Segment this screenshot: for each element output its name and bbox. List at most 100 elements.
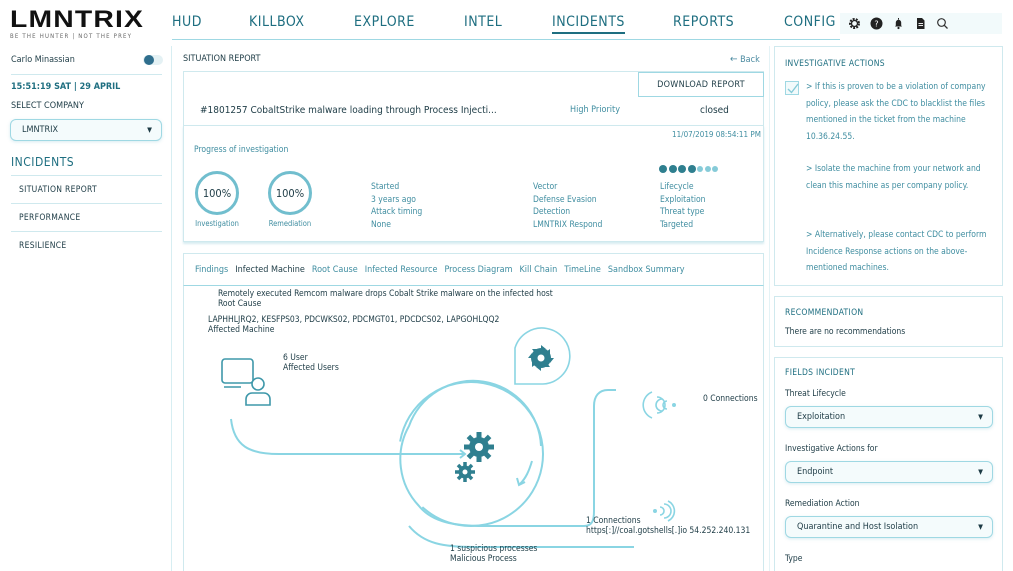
investigative-actions-for-select[interactable]: Endpoint ▼ <box>785 461 993 483</box>
help-icon[interactable]: ? <box>870 17 883 30</box>
lifecycle-value: Exploitation <box>660 194 706 205</box>
company-select-value: LMNTRIX <box>22 125 59 135</box>
incident-timestamp: 11/07/2019 08:54:11 PM <box>672 130 761 139</box>
investigative-actions-for-label: Investigative Actions for <box>785 444 878 454</box>
started-value: 3 years ago <box>371 194 416 205</box>
chevron-down-icon: ▼ <box>147 126 152 134</box>
user-connection-line <box>230 418 449 455</box>
lifecycle-dot-pending <box>704 166 711 172</box>
brand-logo[interactable]: LMNTRIX BE THE HUNTER | NOT THE PREY <box>10 8 170 41</box>
root-cause-label: Root Cause <box>218 299 262 309</box>
back-label: Back <box>740 55 760 65</box>
connections-zero: 0 Connections <box>703 394 758 404</box>
affected-machines-label: Affected Machine <box>208 325 275 335</box>
select-company-label: SELECT COMPANY <box>11 101 84 111</box>
vector-label: Vector <box>533 182 558 192</box>
vector-info: Vector Defense Evasion Detection LMNTRIX… <box>533 181 602 231</box>
page-title: SITUATION REPORT <box>183 54 261 64</box>
chevron-down-icon: ▼ <box>978 523 983 531</box>
lifecycle-dot-pending <box>697 166 703 172</box>
search-icon[interactable] <box>936 17 949 30</box>
computer-user-icon <box>221 358 271 406</box>
nav-config[interactable]: CONFIG <box>784 14 836 30</box>
timing-info: Started 3 years ago Attack timing None <box>371 181 422 231</box>
lifecycle-info: Lifecycle Exploitation Threat type Targe… <box>660 181 705 231</box>
recommendation-panel: RECOMMENDATION There are no recommendati… <box>774 296 1003 347</box>
small-gear-icon <box>455 462 475 482</box>
nav-intel[interactable]: INTEL <box>464 14 502 30</box>
divider <box>11 74 162 75</box>
tab-sandbox-summary[interactable]: Sandbox Summary <box>608 265 685 275</box>
logo-tagline: BE THE HUNTER | NOT THE PREY <box>10 33 133 40</box>
company-select[interactable]: LMNTRIX ▼ <box>10 119 162 141</box>
sidebar-section-title: INCIDENTS <box>11 155 75 169</box>
malicious-process-label: Malicious Process <box>450 554 517 564</box>
nav-killbox[interactable]: KILLBOX <box>249 14 305 30</box>
action-paragraph-3: > Alternatively, please contact CDC to p… <box>806 230 987 273</box>
nav-hud[interactable]: HUD <box>172 14 202 30</box>
check-icon <box>787 83 799 94</box>
started-label: Started <box>371 182 400 192</box>
chevron-down-icon: ▼ <box>978 413 983 421</box>
suspicious-processes-value: 1 suspicious processes <box>450 544 538 554</box>
fields-incident-panel: FIELDS INCIDENT Threat Lifecycle Exploit… <box>774 357 1003 571</box>
sidebar-item-situation-report[interactable]: SITUATION REPORT <box>11 175 162 203</box>
tab-infected-resource[interactable]: Infected Resource <box>365 265 438 275</box>
nav-explore[interactable]: EXPLORE <box>354 14 415 30</box>
progress-label: Progress of investigation <box>194 145 289 155</box>
threat-type-label: Threat type <box>660 207 705 217</box>
affected-users-value: 6 User <box>283 353 308 363</box>
download-report-button[interactable]: DOWNLOAD REPORT <box>638 72 764 97</box>
tab-findings[interactable]: Findings <box>195 265 228 275</box>
tab-process-diagram[interactable]: Process Diagram <box>444 265 512 275</box>
connection-url[interactable]: https[:]//coal.gotshells[.]io 54.252.240… <box>586 526 750 536</box>
recommendation-title: RECOMMENDATION <box>785 308 864 318</box>
attack-timing-value: None <box>371 219 391 230</box>
document-icon[interactable] <box>914 17 927 30</box>
gear-icon <box>464 432 494 462</box>
main-nav: HUD KILLBOX EXPLORE INTEL INCIDENTS REPO… <box>172 0 840 40</box>
lifecycle-dot-complete <box>668 165 677 173</box>
lifecycle-dot-complete <box>687 165 696 173</box>
threat-lifecycle-label: Threat Lifecycle <box>785 389 846 399</box>
user-toggle[interactable] <box>143 55 163 65</box>
priority-badge: High Priority <box>570 105 620 115</box>
investigative-actions-title: INVESTIGATIVE ACTIONS <box>785 59 885 69</box>
threat-lifecycle-select[interactable]: Exploitation ▼ <box>785 406 993 428</box>
fields-incident-title: FIELDS INCIDENT <box>785 368 856 378</box>
back-link[interactable]: ← Back <box>730 54 760 65</box>
remediation-label: Remediation <box>268 219 312 228</box>
report-tabs: Findings Infected Machine Root Cause Inf… <box>183 253 764 286</box>
lifecycle-dot-complete <box>678 165 686 173</box>
tab-kill-chain[interactable]: Kill Chain <box>519 265 557 275</box>
nav-incidents[interactable]: INCIDENTS <box>552 14 625 34</box>
vector-value: Defense Evasion <box>533 194 597 205</box>
nav-reports[interactable]: REPORTS <box>673 14 734 30</box>
connections-one: 1 Connections <box>586 516 641 526</box>
sidebar-item-resilience[interactable]: RESILIENCE <box>11 231 162 259</box>
remediation-action-label: Remediation Action <box>785 499 860 509</box>
threat-type-value: Targeted <box>660 219 694 230</box>
bell-icon[interactable] <box>892 17 905 30</box>
incident-title: #1801257 CobaltStrike malware loading th… <box>200 105 497 116</box>
tab-root-cause[interactable]: Root Cause <box>312 265 358 275</box>
arrow-left-icon: ← <box>730 54 738 65</box>
lifecycle-label: Lifecycle <box>660 182 694 192</box>
settings-icon[interactable] <box>848 17 861 30</box>
signal-icon-bottom <box>652 500 676 522</box>
affected-machines-text: LAPHHLJRQ2, KESFPS03, PDCWKS02, PDCMGT01… <box>208 315 500 325</box>
detection-label: Detection <box>533 207 571 217</box>
attack-timing-label: Attack timing <box>371 207 423 217</box>
action-paragraph-2: > Isolate the machine from your network … <box>806 164 981 191</box>
investigation-value: 100% <box>202 186 232 200</box>
toggle-knob <box>144 55 154 65</box>
tab-timeline[interactable]: TimeLine <box>564 265 601 275</box>
investigation-label: Investigation <box>195 219 239 228</box>
tab-infected-machine[interactable]: Infected Machine <box>235 265 305 275</box>
remediation-action-select[interactable]: Quarantine and Host Isolation ▼ <box>785 516 993 538</box>
loop-arrow-icon <box>516 460 533 487</box>
actions-checkbox[interactable] <box>785 81 799 95</box>
affected-users-label: Affected Users <box>283 363 339 373</box>
arrow-right-icon <box>449 449 467 459</box>
sidebar-item-performance[interactable]: PERFORMANCE <box>11 203 162 231</box>
